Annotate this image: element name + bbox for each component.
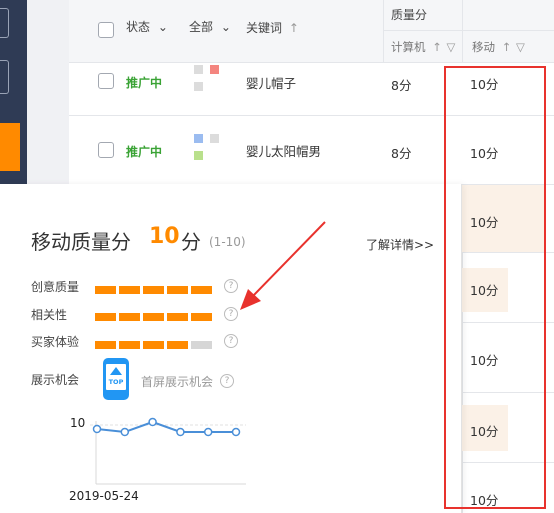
sort-up-icon[interactable]: ↑ [432, 40, 442, 54]
header-subdivider [383, 30, 554, 31]
keyword-text[interactable]: 婴儿帽子 [246, 73, 296, 92]
sidebar-control-top[interactable] [0, 8, 9, 38]
chevron-down-icon[interactable]: ⌄ [158, 20, 168, 34]
creative-thumb [210, 65, 219, 74]
mobile-column-header[interactable]: 移动 ↑ ▽ [472, 39, 525, 55]
filter-icon[interactable]: ▽ [516, 40, 525, 54]
all-filter-label: 全部 [189, 20, 214, 34]
trend-point[interactable] [231, 427, 241, 437]
creative-thumb [210, 134, 219, 143]
highlight-box [444, 66, 546, 509]
trend-point[interactable] [176, 427, 185, 437]
y-tick-label: 10 [70, 416, 86, 430]
filter-icon[interactable]: ▽ [446, 40, 455, 54]
table-header: 状态 ⌄ 全部 ⌄ 关键词 ↑ 质量分 计算机 ↑ ▽ 移动 ↑ ▽ [69, 0, 554, 63]
all-filter-header[interactable]: 全部 ⌄ [189, 18, 231, 35]
trend-point[interactable] [203, 427, 213, 437]
sort-up-icon[interactable]: ↑ [502, 40, 512, 54]
sidebar-gap [27, 0, 69, 185]
creative-thumb [194, 151, 203, 160]
trend-point[interactable] [120, 427, 130, 437]
select-all-checkbox[interactable] [98, 22, 114, 38]
sort-up-icon[interactable]: ↑ [289, 21, 299, 35]
trend-point[interactable] [148, 417, 157, 427]
status-header-label: 状态 [126, 20, 151, 34]
status-column-header[interactable]: 状态 ⌄ [126, 18, 168, 35]
computer-column-header[interactable]: 计算机 ↑ ▽ [391, 39, 455, 55]
keyword-header-label: 关键词 [246, 21, 283, 35]
quality-score-popup: 移动质量分 10 分 (1-10) 了解详情>> 创意质量 ? 相关性 ? 买家… [0, 184, 462, 513]
x-axis-date-label: 2019-05-24 [69, 489, 139, 503]
status-text: 推广中 [126, 76, 163, 90]
sidebar-control-middle[interactable] [0, 60, 9, 94]
computer-header-label: 计算机 [391, 40, 426, 54]
quality-group-header: 质量分 [391, 6, 427, 23]
status-text: 推广中 [126, 145, 163, 159]
row-checkbox[interactable] [98, 142, 114, 158]
left-sidebar [0, 0, 27, 185]
trend-point[interactable] [92, 424, 102, 434]
trend-line [96, 420, 236, 434]
mobile-header-label: 移动 [472, 40, 495, 54]
creative-thumb [194, 65, 203, 74]
creative-thumb [194, 82, 203, 91]
computer-score: 8分 [391, 78, 412, 93]
computer-score: 8分 [391, 146, 412, 161]
quality-group-label: 质量分 [391, 8, 428, 22]
keyword-text[interactable]: 婴儿太阳帽男 [246, 141, 321, 160]
chevron-down-icon[interactable]: ⌄ [221, 20, 231, 34]
trend-chart [90, 417, 246, 485]
sidebar-orange-button[interactable] [0, 123, 20, 171]
creative-thumb [194, 134, 203, 143]
row-checkbox[interactable] [98, 73, 114, 89]
keyword-column-header[interactable]: 关键词 ↑ [246, 19, 299, 36]
